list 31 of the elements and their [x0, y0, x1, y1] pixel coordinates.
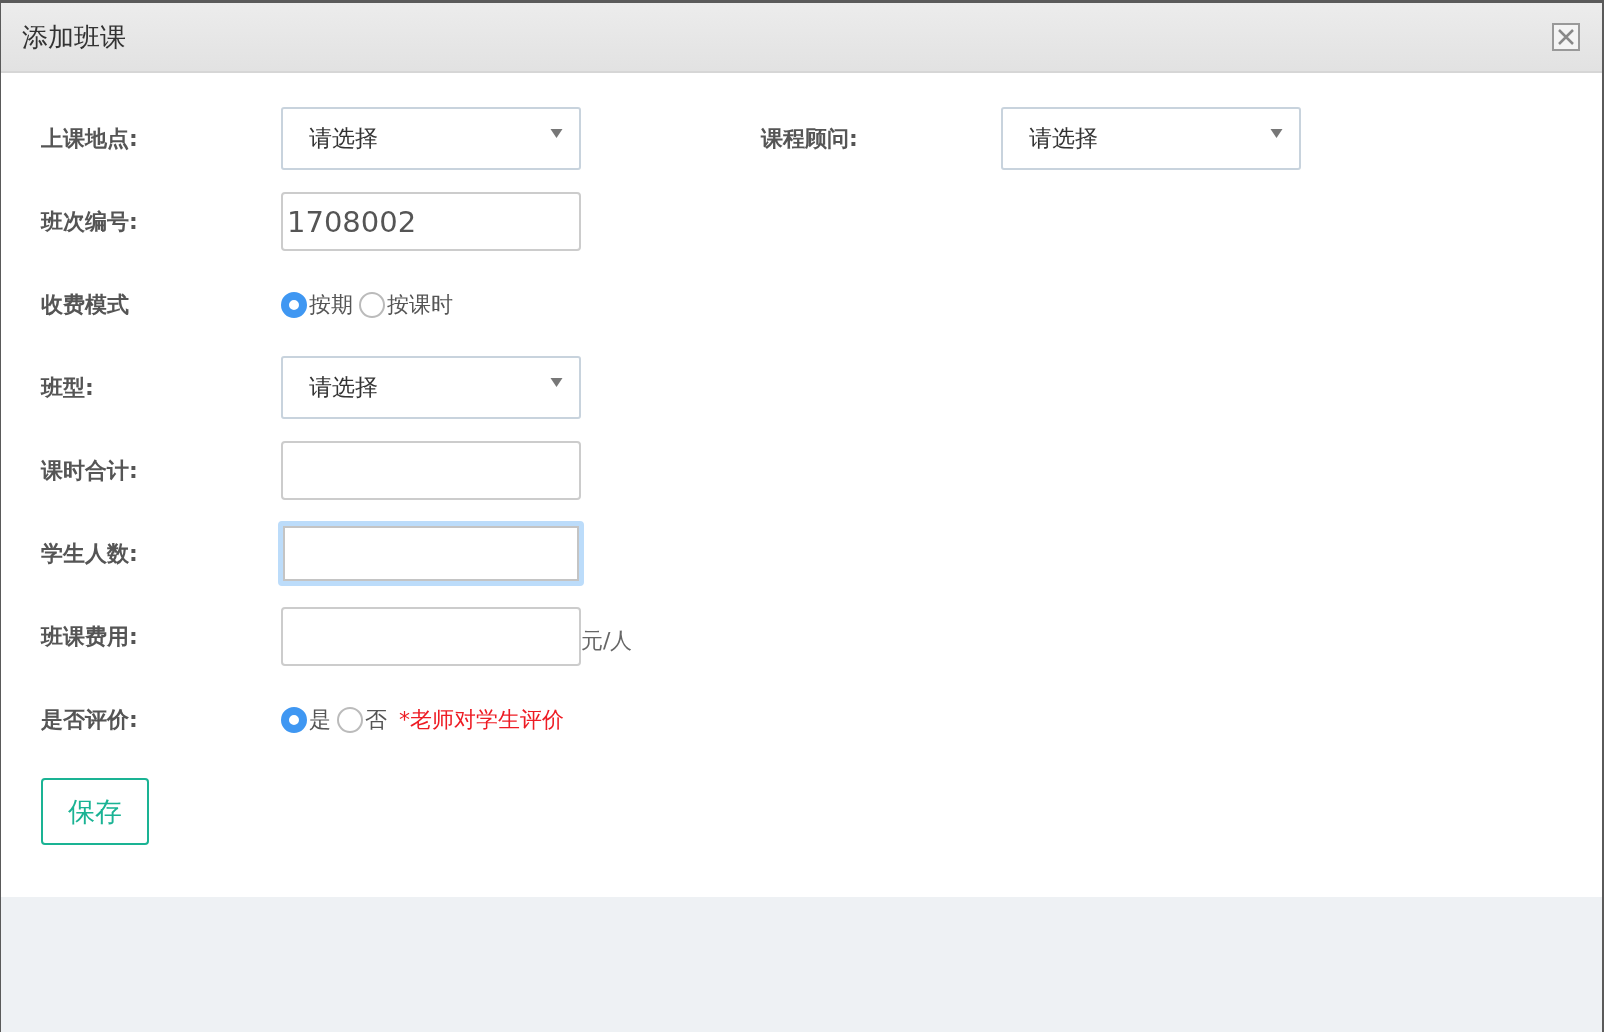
radio-button[interactable] — [281, 291, 307, 318]
note-text: *老师对学生评价 — [399, 705, 564, 734]
field-label: 班课费用: — [41, 622, 139, 651]
unit-label: 元/人 — [581, 627, 633, 655]
select-field[interactable]: 请选择 — [1001, 107, 1301, 170]
select-field[interactable]: 请选择 — [281, 356, 581, 419]
field-label: 课程顾问: — [761, 124, 859, 153]
radio-label[interactable]: 否 — [365, 704, 387, 735]
field-label: 班次编号: — [41, 207, 139, 236]
dialog-title: 添加班课 — [22, 20, 126, 54]
caret-icon — [1270, 129, 1283, 138]
input-field[interactable] — [281, 607, 581, 666]
radio-label[interactable]: 是 — [309, 704, 331, 735]
field-label: 上课地点: — [41, 124, 139, 153]
caret-icon — [550, 378, 563, 387]
field-label: 学生人数: — [41, 539, 139, 568]
radio-button[interactable] — [359, 291, 385, 318]
input-field[interactable]: 1708002 — [281, 192, 581, 251]
radio-label[interactable]: 按课时 — [387, 289, 453, 320]
radio-label[interactable]: 按期 — [309, 289, 353, 320]
field-label: 收费模式 — [41, 290, 130, 319]
input-field[interactable] — [281, 441, 581, 500]
radio-button[interactable] — [281, 706, 307, 733]
field-label: 是否评价: — [41, 705, 139, 734]
field-label: 班型: — [41, 373, 95, 402]
field-label: 课时合计: — [41, 456, 139, 485]
select-field[interactable]: 请选择 — [281, 107, 581, 170]
radio-button[interactable] — [337, 706, 363, 733]
input-field[interactable] — [278, 521, 584, 586]
close-icon[interactable] — [1552, 23, 1580, 51]
caret-icon — [550, 129, 563, 138]
